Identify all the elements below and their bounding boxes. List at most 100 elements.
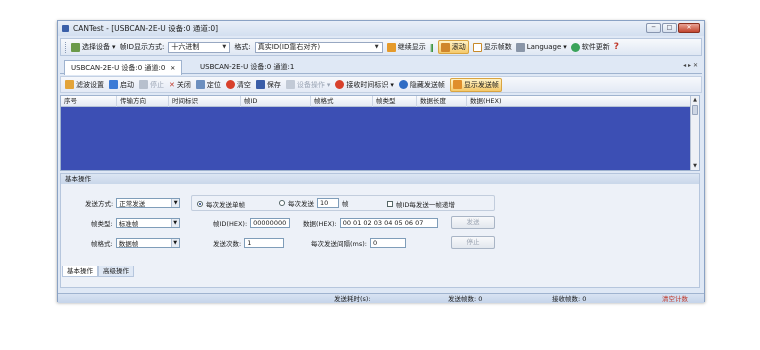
column-header-data-length[interactable]: 数据长度 [417,96,467,107]
column-header-direction[interactable]: 传输方向 [117,96,169,107]
recv-time-mark-menu[interactable]: 接收时间标识 ▾ [335,80,394,90]
select-device-button[interactable]: 选择设备 ▾ [71,42,116,52]
data-row: 数据(HEX): 00 01 02 03 04 05 06 07 [303,218,438,228]
hide-send-frames-button[interactable]: 隐藏发送帧 [398,80,445,90]
chevron-down-icon: ▾ [112,43,116,51]
clear-button[interactable]: 清空 [225,80,251,90]
send-interval-input[interactable]: 0 [369,238,406,248]
scroll-toggle-button[interactable]: 滚动 [437,40,469,54]
update-icon [570,42,580,52]
send-interval-row: 每次发送间隔(ms): 0 [311,238,406,248]
show-frame-count-label: 显示帧数 [483,43,512,51]
save-button[interactable]: 保存 [255,80,281,90]
toolbar-grip [65,41,67,53]
device-ops-icon [285,80,295,89]
id-increment-row[interactable]: 帧ID每发送一帧递增 [387,199,455,209]
send-mode-value: 正常发送 [119,200,146,208]
minimize-button[interactable]: ─ [646,23,661,33]
device-ops-menu[interactable]: 设备操作 ▾ [285,80,330,90]
device-icon [71,42,80,52]
frame-format-value: 数据帧 [118,240,139,248]
continue-display-button[interactable]: 继续显示 [386,42,426,52]
id-display-select[interactable]: 十六进制 ▼ [168,41,231,53]
grid-vertical-scrollbar[interactable]: ▲ ▼ [690,96,699,170]
radio-single-frame[interactable] [197,201,203,207]
clear-count-button[interactable]: 清空计数 [662,294,688,304]
radio-multi-frame[interactable] [279,200,285,206]
close-window-button[interactable]: ✕ [678,23,700,33]
send-mode-select[interactable]: 正常发送 ▼ [116,198,181,208]
stop-icon [139,80,148,89]
stop-button[interactable]: 停止 [139,80,164,90]
scroll-up-icon[interactable]: ▲ [691,96,699,104]
send-count-input[interactable]: 1 [244,238,285,248]
column-header-data-hex[interactable]: 数据(HEX) [467,96,691,107]
scroll-icon [440,42,450,52]
start-button[interactable]: 启动 [109,80,134,90]
radio-multi-label: 每次发送 [288,200,314,208]
message-grid[interactable]: 序号 传输方向 时间标识 帧ID 帧格式 帧类型 数据长度 数据(HEX) ▲ … [60,95,700,171]
app-window: CANTest - [USBCAN-2E-U 设备:0 通道:0] ─ □ ✕ … [57,20,705,304]
frame-format-row: 帧格式: 数据帧 ▼ [91,238,180,248]
id-display-label: 帧ID显示方式: [119,43,165,51]
filter-settings-button[interactable]: 滤波设置 [65,80,104,90]
software-update-button[interactable]: 软件更新 [570,42,610,52]
frame-type-row: 帧类型: 标准帧 ▼ [91,218,180,228]
locate-button[interactable]: 定位 [195,80,221,90]
column-header-index[interactable]: 序号 [61,96,117,107]
help-icon[interactable]: ? [614,42,619,52]
multi-count-input[interactable]: 10 [317,198,339,208]
filter-icon [65,80,74,89]
format-select[interactable]: 真实ID(ID靠右对齐) ▼ [254,41,383,53]
column-header-frame-format[interactable]: 帧格式 [311,96,373,107]
id-increment-label: 帧ID每发送一帧递增 [396,201,455,209]
tab-channel-0[interactable]: USBCAN-2E-U 设备:0 通道:0 ✕ [64,60,183,75]
pause-button[interactable]: ‖ [430,43,434,52]
tab-nav-controls[interactable]: ◂ ▸ ✕ [683,62,698,69]
frame-id-input[interactable]: 00000000 [250,218,291,228]
arrow-right-icon [386,42,396,52]
grid-header: 序号 传输方向 时间标识 帧ID 帧格式 帧类型 数据长度 数据(HEX) [61,96,691,107]
stop-send-button[interactable]: 停止 [451,236,495,249]
play-icon [109,80,118,89]
maximize-button[interactable]: □ [662,23,677,33]
column-header-frame-id[interactable]: 帧ID [241,96,311,107]
show-icon [452,80,462,89]
show-frame-count-button[interactable]: 显示帧数 [472,42,512,52]
send-time-status: 发送耗时(s): [334,295,371,303]
recv-count-status: 接收帧数: 0 [552,295,587,303]
multi-count-value: 10 [320,199,329,207]
save-icon [255,80,265,89]
frame-type-value: 标准帧 [118,220,139,228]
data-value: 00 01 02 03 04 05 06 07 [342,219,424,227]
id-increment-checkbox[interactable] [387,201,393,207]
tab-basic-operation[interactable]: 基本操作 [62,266,98,277]
scroll-thumb[interactable] [692,105,698,115]
locate-icon [195,80,205,89]
chevron-down-icon: ▼ [374,43,379,50]
channel-tabstrip: USBCAN-2E-U 设备:0 通道:0 ✕ USBCAN-2E-U 设备:0… [60,59,702,75]
format-label: 格式: [234,43,251,51]
chevron-down-icon: ▼ [170,239,179,247]
frame-format-select[interactable]: 数据帧 ▼ [115,238,180,248]
show-send-frames-button[interactable]: 显示发送帧 [449,77,502,92]
tab-advanced-operation[interactable]: 高级操作 [98,266,134,277]
send-button[interactable]: 发送 [451,216,495,229]
tab-channel-1[interactable]: USBCAN-2E-U 设备:0 通道:1 [194,60,300,74]
wrench-icon [515,42,525,52]
send-count-label: 发送次数: [213,240,242,248]
show-send-frames-label: 显示发送帧 [463,80,499,89]
frame-type-select[interactable]: 标准帧 ▼ [115,218,180,228]
column-header-frame-type[interactable]: 帧类型 [373,96,417,107]
data-input[interactable]: 00 01 02 03 04 05 06 07 [339,218,438,228]
tab-label: USBCAN-2E-U 设备:0 通道:0 [71,64,166,72]
document-icon [472,42,482,52]
language-menu[interactable]: Language ▾ [515,42,567,52]
scroll-down-icon[interactable]: ▼ [691,162,699,170]
close-icon[interactable]: ✕ [170,65,175,72]
column-header-timestamp[interactable]: 时间标识 [169,96,241,107]
frame-type-label: 帧类型: [91,220,113,228]
radio-multi-row[interactable]: 每次发送 10 帧 [279,198,349,208]
close-channel-button[interactable]: ✕ 关闭 [169,80,191,90]
radio-single-row[interactable]: 每次发送单帧 [197,199,245,209]
